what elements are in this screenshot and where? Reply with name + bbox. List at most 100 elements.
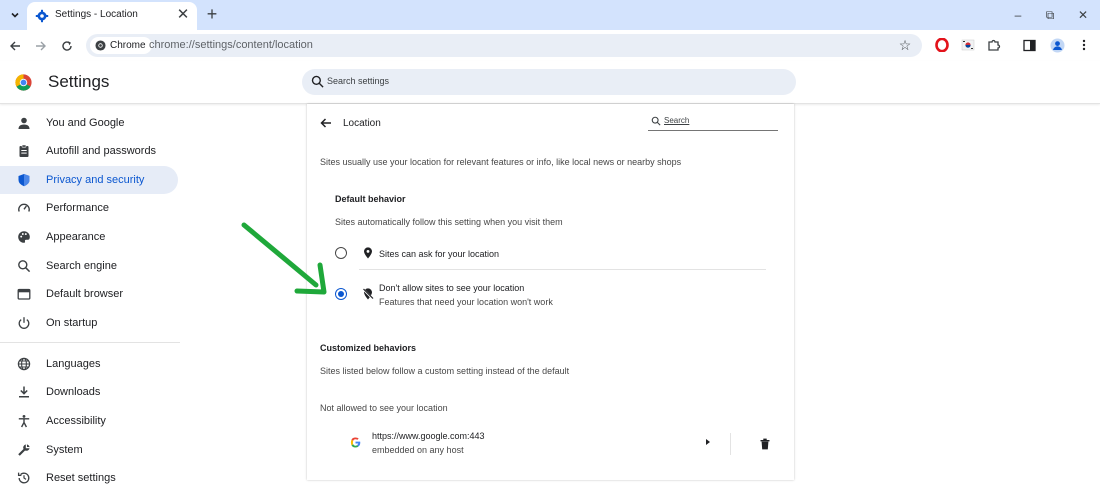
sidebar-item-label: System (46, 444, 83, 456)
forward-button[interactable] (32, 37, 50, 55)
sidebar-item-label: Languages (46, 358, 101, 370)
chevron-right-icon[interactable] (706, 439, 710, 445)
sidebar-item-label: Autofill and passwords (46, 145, 157, 157)
palette-icon (16, 229, 32, 245)
customized-behaviors-title: Customized behaviors (320, 343, 417, 353)
site-url: https://www.google.com:443 (372, 431, 485, 441)
tab-close-icon[interactable]: ✕ (175, 7, 191, 23)
subpage-title: Location (343, 118, 381, 129)
browser-toolbar: Chrome chrome://settings/content/locatio… (0, 30, 1100, 61)
address-bar[interactable]: Chrome chrome://settings/content/locatio… (86, 34, 922, 57)
sidebar-item-appearance[interactable]: Appearance (0, 223, 178, 251)
default-behavior-subtitle: Sites automatically follow this setting … (335, 217, 563, 227)
options-divider (359, 269, 766, 270)
side-panel-button[interactable] (1021, 37, 1037, 53)
sidebar-item-default-browser[interactable]: Default browser (0, 280, 178, 308)
sidebar-item-on-startup[interactable]: On startup (0, 309, 178, 337)
google-icon (350, 437, 361, 448)
search-placeholder: Search settings (327, 76, 390, 86)
sidebar-item-label: Performance (46, 202, 109, 214)
person-icon (16, 115, 32, 131)
back-button[interactable] (6, 37, 24, 55)
arrow-right-icon (36, 41, 46, 51)
korea-flag-icon (961, 39, 975, 51)
opera-icon (935, 38, 949, 52)
settings-header: Settings Search settings (0, 61, 1100, 104)
subpage-search-input[interactable]: Search (648, 114, 778, 131)
clipboard-icon (16, 143, 32, 159)
sidebar-item-downloads[interactable]: Downloads (0, 378, 178, 406)
sidebar-item-label: Search engine (46, 260, 117, 272)
sidebar-item-reset-settings[interactable]: Reset settings (0, 464, 178, 492)
radio-sites-can-ask[interactable] (335, 247, 347, 259)
power-icon (16, 315, 32, 331)
reload-icon (62, 41, 72, 51)
sidebar-item-label: Accessibility (46, 415, 106, 427)
option-sites-can-ask-label: Sites can ask for your location (379, 249, 500, 259)
option-dont-allow-label: Don't allow sites to see your location (379, 283, 525, 293)
sidebar-item-label: You and Google (46, 117, 125, 129)
sidebar-item-you-and-google[interactable]: You and Google (0, 109, 178, 137)
location-off-icon (362, 288, 374, 300)
sidebar-item-privacy-and-security[interactable]: Privacy and security (0, 166, 178, 194)
speedometer-icon (16, 200, 32, 216)
download-icon (16, 384, 32, 400)
search-icon (16, 258, 32, 274)
tab-title: Settings - Location (55, 9, 138, 20)
wrench-icon (16, 442, 32, 458)
tab-settings-location[interactable]: Settings - Location ✕ (27, 2, 197, 30)
back-arrow-icon[interactable] (319, 116, 333, 130)
sidebar-item-autofill[interactable]: Autofill and passwords (0, 137, 178, 165)
sidebar-divider (0, 342, 180, 343)
browser-icon (16, 286, 32, 302)
shield-icon (16, 172, 32, 188)
sidebar-item-languages[interactable]: Languages (0, 350, 178, 378)
sidebar-item-search-engine[interactable]: Search engine (0, 252, 178, 280)
sidebar-item-label: Reset settings (46, 472, 116, 484)
reload-button[interactable] (58, 37, 76, 55)
minimize-button[interactable]: – (1010, 7, 1026, 23)
customized-behaviors-subtitle: Sites listed below follow a custom setti… (320, 366, 570, 376)
sidebar-item-accessibility[interactable]: Accessibility (0, 407, 178, 435)
close-window-button[interactable]: ✕ (1075, 7, 1091, 23)
subpage-search-label: Search (664, 116, 690, 125)
page-title: Settings (48, 72, 110, 91)
extensions-button[interactable] (986, 37, 1002, 53)
menu-button[interactable] (1076, 37, 1092, 53)
opera-extension-button[interactable] (934, 37, 950, 53)
chrome-logo-icon (15, 74, 32, 91)
url-text[interactable]: chrome://settings/content/location (149, 39, 313, 51)
annotation-arrow-icon (241, 222, 327, 295)
trash-icon[interactable] (759, 438, 771, 450)
radio-dont-allow[interactable] (335, 288, 347, 300)
puzzle-icon (988, 39, 1001, 51)
row-divider (730, 433, 731, 455)
sidebar-item-performance[interactable]: Performance (0, 194, 178, 222)
search-icon (311, 75, 324, 88)
tab-strip: Settings - Location ✕ + – ⧉ ✕ (0, 0, 1100, 30)
location-settings-card: Location Search Sites usually use your l… (307, 104, 794, 480)
sidebar-item-label: Privacy and security (46, 174, 145, 186)
sidebar-item-label: On startup (46, 317, 98, 329)
sidebar-item-label: Appearance (46, 231, 106, 243)
more-vertical-icon (1082, 39, 1086, 51)
not-allowed-title: Not allowed to see your location (320, 403, 448, 413)
site-row[interactable]: https://www.google.com:443 embedded on a… (337, 424, 777, 464)
search-settings-input[interactable]: Search settings (302, 69, 796, 95)
settings-sidebar: You and Google Autofill and passwords Pr… (0, 104, 190, 484)
new-tab-button[interactable]: + (203, 5, 221, 23)
option-dont-allow-sublabel: Features that need your location won't w… (379, 297, 553, 307)
flag-extension-button[interactable] (960, 37, 976, 53)
page-description: Sites usually use your location for rele… (320, 157, 682, 167)
globe-icon (16, 356, 32, 372)
arrow-left-icon (10, 41, 20, 51)
reset-icon (16, 470, 32, 486)
profile-button[interactable] (1049, 37, 1065, 53)
chevron-down-icon (11, 12, 19, 18)
sidebar-item-system[interactable]: System (0, 436, 178, 464)
bookmark-star-icon[interactable]: ☆ (897, 37, 913, 53)
tab-search-button[interactable] (6, 6, 24, 24)
restore-button[interactable]: ⧉ (1042, 7, 1058, 23)
site-info-chip[interactable]: Chrome (90, 37, 152, 54)
site-detail: embedded on any host (372, 445, 464, 455)
